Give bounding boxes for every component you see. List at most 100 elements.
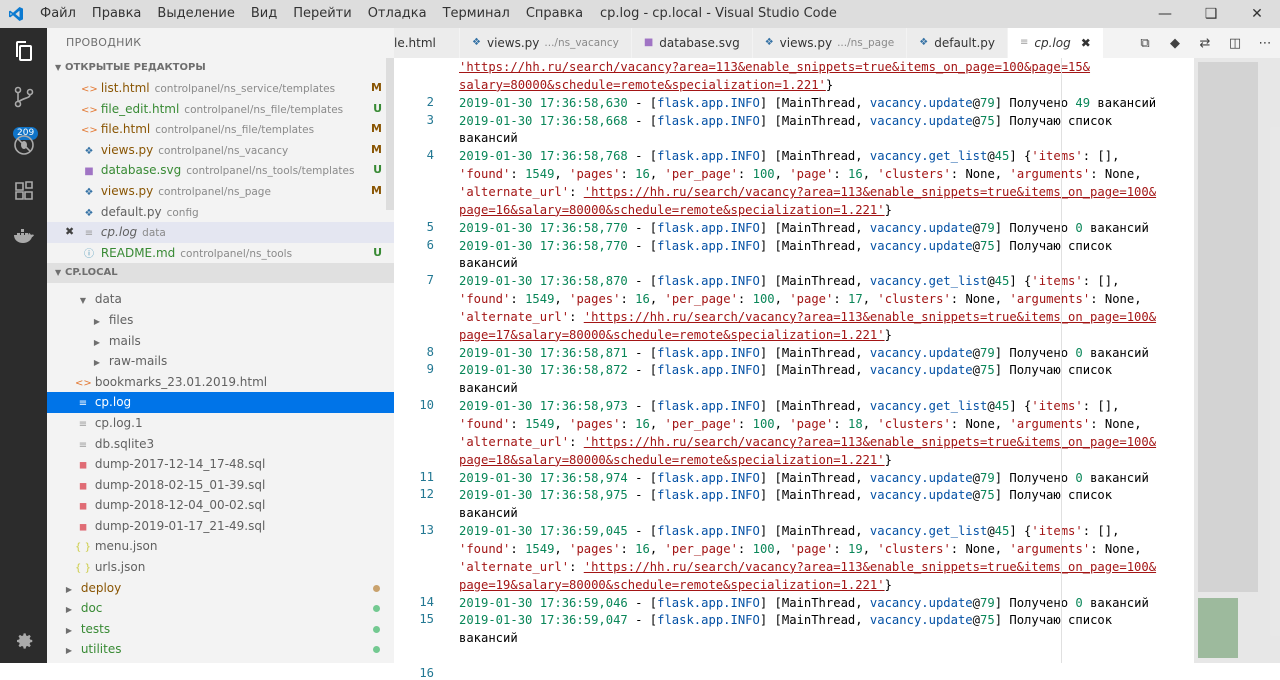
code-editor[interactable]: 'https://hh.ru/search/vacancy?area=113&e… <box>394 58 1194 680</box>
tree-item[interactable]: ◼ dump-2018-12-04_00-02.sql <box>47 495 394 516</box>
log-icon: ≡ <box>1019 37 1029 48</box>
code-line: page=16&salary=80000&schedule=remote&spe… <box>459 202 892 217</box>
file-name: views.py <box>100 183 154 198</box>
editor-tab[interactable]: ❖ views.py .../ns_vacancy <box>460 28 632 58</box>
minimize-icon[interactable]: — <box>1142 0 1188 28</box>
file-path: controlpanel/ns_file/templates <box>184 103 344 116</box>
explorer-icon[interactable] <box>0 28 47 74</box>
html-icon: <> <box>75 377 92 389</box>
tab-label: default.py <box>934 36 995 50</box>
log-icon: ≡ <box>78 398 88 410</box>
tree-item[interactable]: ▶ mails <box>47 331 394 352</box>
info-icon: ⓘ <box>84 248 94 260</box>
file-path: config <box>166 206 199 219</box>
line-number: 4 <box>426 148 434 163</box>
tree-item[interactable]: ▶ raw-mails <box>47 351 394 372</box>
minimap[interactable] <box>1194 58 1280 663</box>
tree-item[interactable]: ◼ dump-2018-02-15_01-39.sql <box>47 475 394 496</box>
git-status-badge: U <box>373 245 382 259</box>
menu-item[interactable]: Перейти <box>285 0 360 28</box>
window-title: cp.log - cp.local - Visual Studio Code <box>600 6 837 21</box>
tree-item[interactable]: ≡ cp.log <box>47 392 394 413</box>
tab-label: database.svg <box>659 36 740 50</box>
open-editor-item[interactable]: ❖ views.py controlpanel/ns_page M <box>47 181 394 202</box>
debug-icon[interactable] <box>0 122 47 168</box>
file-name: list.html <box>100 81 150 95</box>
menu-item[interactable]: Справка <box>518 0 591 28</box>
open-editor-item[interactable]: ✖ ≡ cp.log data <box>47 222 394 243</box>
more-actions-icon[interactable]: ⋯ <box>1250 28 1280 58</box>
chevron-right-icon: ▶ <box>65 584 73 594</box>
tree-item-label: cp.log <box>94 395 132 410</box>
open-editor-item[interactable]: ⓘ README.md controlpanel/ns_tools U <box>47 243 394 264</box>
menu-item[interactable]: Отладка <box>360 0 435 28</box>
menu-item[interactable]: Терминал <box>435 0 518 28</box>
tree-item-label: db.sqlite3 <box>94 436 155 451</box>
code-line: вакансий <box>459 256 518 271</box>
git-diff-icon[interactable]: ◆ <box>1160 28 1190 58</box>
open-editor-item[interactable]: ■ database.svg controlpanel/ns_tools/temp… <box>47 160 394 181</box>
extensions-icon[interactable] <box>0 168 47 214</box>
tree-item[interactable]: ◼ dump-2017-12-14_17-48.sql <box>47 454 394 475</box>
workspace-header[interactable]: ▼ CP.LOCAL <box>47 263 394 284</box>
sql-icon: ◼ <box>78 480 88 492</box>
tree-item[interactable]: ≡ cp.log.1 <box>47 413 394 434</box>
editor-tab[interactable]: ❖ views.py .../ns_page <box>752 28 908 58</box>
open-editors-header[interactable]: ▼ ОТКРЫТЫЕ РЕДАКТОРЫ <box>47 58 394 78</box>
docker-icon[interactable] <box>0 214 47 260</box>
file-path: controlpanel/ns_vacancy <box>158 144 289 157</box>
editor-tab[interactable]: ❖ default.py <box>907 28 1008 58</box>
menu-item[interactable]: Файл <box>32 0 84 28</box>
maximize-icon[interactable]: ❑ <box>1188 0 1234 28</box>
menu-item[interactable]: Вид <box>243 0 285 28</box>
menu-item[interactable]: Выделение <box>149 0 242 28</box>
chevron-down-icon: ▼ <box>79 296 87 306</box>
open-changes-icon[interactable]: ⇄ <box>1190 28 1220 58</box>
open-editor-item[interactable]: ❖ default.py config <box>47 202 394 223</box>
git-status-badge: M <box>371 183 382 197</box>
split-editor-icon[interactable]: ◫ <box>1220 28 1250 58</box>
code-line: 'alternate_url': 'https://hh.ru/search/v… <box>459 434 1157 449</box>
tree-item[interactable]: ▼ data <box>47 289 394 310</box>
tree-item[interactable]: ▶ doc <box>47 598 394 619</box>
source-control-icon[interactable] <box>0 74 47 120</box>
log-icon: ≡ <box>84 228 94 240</box>
close-icon[interactable]: ✖ <box>65 222 74 243</box>
line-number: 12 <box>419 487 434 502</box>
compare-icon[interactable]: ⧉ <box>1130 28 1160 58</box>
code-line: page=18&salary=80000&schedule=remote&spe… <box>459 452 892 467</box>
open-editor-item[interactable]: <> file.html controlpanel/ns_file/templat… <box>47 119 394 140</box>
tree-item[interactable]: ▶ deploy <box>47 578 394 599</box>
open-editor-item[interactable]: ❖ views.py controlpanel/ns_vacancy M <box>47 140 394 161</box>
editor-tab[interactable]: ■ database.svg <box>631 28 753 58</box>
tree-item-label: dump-2019-01-17_21-49.sql <box>94 518 266 533</box>
tree-item[interactable]: { } menu.json <box>47 536 394 557</box>
code-line: вакансий <box>459 381 518 396</box>
open-editor-item[interactable]: <> file_edit.html controlpanel/ns_file/te… <box>47 99 394 120</box>
settings-gear-icon[interactable] <box>0 618 47 664</box>
editor-tab[interactable]: le.html <box>394 28 460 58</box>
json-icon: { } <box>75 563 91 575</box>
close-icon[interactable]: ✖ <box>1081 28 1091 58</box>
tree-item[interactable]: ≡ db.sqlite3 <box>47 434 394 455</box>
tree-item[interactable]: <> bookmarks_23.01.2019.html <box>47 372 394 393</box>
svg-icon: ■ <box>643 37 654 48</box>
menu-item[interactable]: Правка <box>84 0 149 28</box>
log-icon: ≡ <box>78 418 88 430</box>
code-line: вакансий <box>459 131 518 146</box>
code-line: 2019-01-30 17:36:58,872 - [flask.app.INF… <box>459 363 1113 378</box>
sql-icon: ◼ <box>78 460 88 472</box>
tree-item[interactable]: { } urls.json <box>47 557 394 578</box>
sidebar-scrollbar[interactable] <box>386 58 394 210</box>
open-editor-item[interactable]: <> list.html controlpanel/ns_service/temp… <box>47 78 394 99</box>
tree-item[interactable]: ▶ tests <box>47 619 394 640</box>
git-status-badge: M <box>371 81 382 94</box>
tree-item-label: doc <box>80 601 103 616</box>
editor-tab[interactable]: ≡ cp.log ✖ <box>1007 28 1104 58</box>
html-icon: <> <box>81 104 98 116</box>
tree-item[interactable]: ◼ dump-2019-01-17_21-49.sql <box>47 516 394 537</box>
tree-item[interactable]: ▶ utilites <box>47 639 394 660</box>
close-icon[interactable]: ✕ <box>1234 0 1280 28</box>
tree-item[interactable]: ▶ files <box>47 310 394 331</box>
sql-icon: ◼ <box>78 501 88 513</box>
